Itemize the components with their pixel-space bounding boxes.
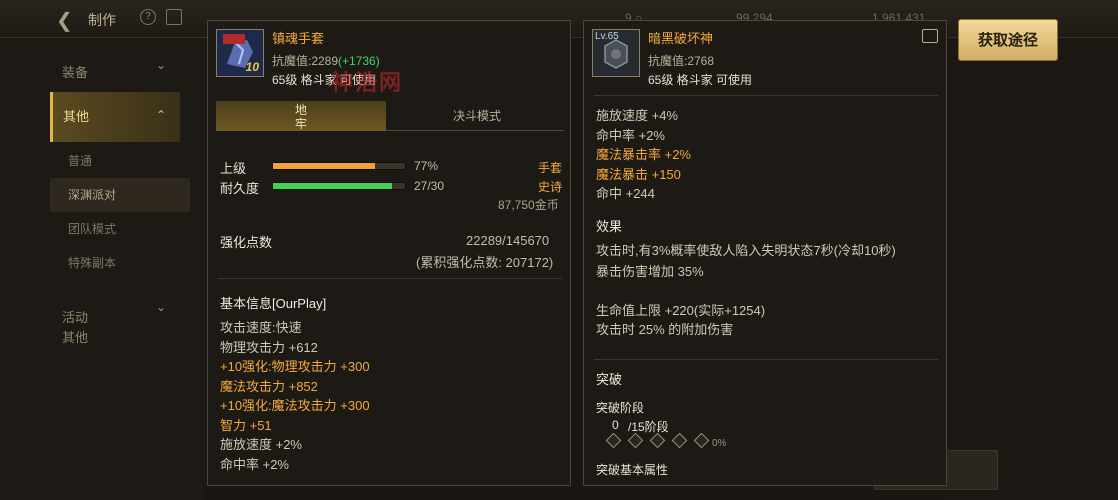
sidebar-sub-abyss[interactable]: 深渊派对 xyxy=(50,178,190,212)
back-arrow-icon[interactable]: ❮ xyxy=(56,8,73,33)
stat-line: 魔法攻击力 +852 xyxy=(220,378,318,394)
mode-tabs: 地 牢 决斗模式 xyxy=(216,101,564,131)
divider xyxy=(594,95,938,96)
grade-percent: 77% xyxy=(414,159,439,173)
breakthrough-base-title: 突破基本属性 xyxy=(596,463,669,477)
divider xyxy=(218,278,562,279)
stat-line: 施放速度 +4% xyxy=(596,108,678,123)
artifact-icon: Lv.65 xyxy=(592,29,640,77)
sidebar-sub-team[interactable]: 团队模式 xyxy=(50,212,190,246)
chevron-down-icon: ⌄ xyxy=(156,300,167,314)
sidebar-item-label: 其他 xyxy=(63,109,90,124)
chevron-up-icon: ⌃ xyxy=(156,108,167,122)
book-icon[interactable] xyxy=(166,9,182,25)
enhance-points-label: 强化点数 xyxy=(220,235,273,250)
sidebar-item-activity[interactable]: 活动 其他 xyxy=(50,288,180,348)
right-background xyxy=(947,38,1118,500)
effect-line: 生命值上限 +220(实际+1254) xyxy=(596,303,766,318)
stat-line: 魔法暴击率 +2% xyxy=(596,147,691,162)
sidebar-item-label: 装备 xyxy=(62,65,89,80)
stat-line: 命中 +244 xyxy=(596,186,655,201)
stat-line: 魔法暴击 +150 xyxy=(596,166,681,182)
breakthrough-percent: 0% xyxy=(712,438,727,449)
enhance-level-badge: 10 xyxy=(245,60,259,74)
grade-label: 上级 xyxy=(220,161,247,176)
item-rarity: 史诗 xyxy=(538,180,563,194)
stat-line: 施放速度 +2% xyxy=(220,437,302,452)
enhance-points-total: (累积强化点数: 207172) xyxy=(416,255,554,270)
stat-line: +10强化:物理攻击力 +300 xyxy=(220,359,370,374)
breakthrough-current: 0 xyxy=(612,418,619,432)
stat-line: +10强化:魔法攻击力 +300 xyxy=(220,398,370,413)
effect-line: 攻击时,有3%概率使敌人陷入失明状态7秒(冷却10秒) xyxy=(596,243,896,258)
stat-line: 命中率 +2% xyxy=(596,127,665,143)
sidebar-sub-normal[interactable]: 普通 xyxy=(50,144,190,178)
page-title: 制作 xyxy=(88,12,116,28)
grade-bar xyxy=(272,162,406,170)
enhance-points-value: 22289/145670 xyxy=(466,233,550,248)
effect-line: 攻击时 25% 的附加伤害 xyxy=(596,322,734,337)
item-tooltip-gloves: 10 镇魂手套 抗魔值:2289(+1736) 65级 格斗家 可使用 神浩网 … xyxy=(207,20,571,486)
tab-duel[interactable]: 决斗模式 xyxy=(392,101,562,131)
get-source-button[interactable]: 获取途径 xyxy=(958,19,1058,61)
share-icon[interactable] xyxy=(922,29,938,43)
item-price: 87,750金币 xyxy=(498,198,559,212)
chevron-down-icon: ⌄ xyxy=(156,58,167,72)
effect-line: 暴击伤害增加 35% xyxy=(596,264,704,279)
item-name: 镇魂手套 xyxy=(272,31,325,46)
sidebar-item-label: 活动 其他 xyxy=(62,310,89,345)
basic-info-title: 基本信息[OurPlay] xyxy=(220,296,327,311)
item-type: 手套 xyxy=(538,161,563,175)
effect-title: 效果 xyxy=(596,219,623,234)
resist-label: 抗魔值:2289 xyxy=(272,54,339,68)
divider xyxy=(594,359,938,360)
durability-label: 耐久度 xyxy=(220,181,260,196)
breakthrough-stage-label: 突破阶段 xyxy=(596,401,645,415)
level-badge: Lv.65 xyxy=(595,31,619,42)
tab-dungeon[interactable]: 地 牢 xyxy=(216,101,386,131)
item-tooltip-diablo: Lv.65 暗黑破坏神 抗魔值:2768 65级 格斗家 可使用 施放速度 +4… xyxy=(583,20,947,486)
stat-line: 智力 +51 xyxy=(220,417,272,433)
stat-line: 命中率 +2% xyxy=(220,456,289,472)
sidebar: 装备 ⌄ 其他 ⌃ 普通 深渊派对 团队模式 特殊副本 活动 其他 ⌄ xyxy=(0,38,205,500)
breakthrough-title: 突破 xyxy=(596,372,623,387)
resist-value: 抗魔值:2768 xyxy=(648,54,715,68)
sidebar-sub-special[interactable]: 特殊副本 xyxy=(50,246,190,280)
durability-bar xyxy=(272,182,406,190)
durability-value: 27/30 xyxy=(414,179,445,193)
item-name: 暗黑破坏神 xyxy=(648,31,714,46)
stat-line: 攻击速度:快速 xyxy=(220,320,302,335)
watermark: 神浩网 xyxy=(331,70,404,95)
level-requirement: 65级 格斗家 可使用 xyxy=(648,73,753,87)
gloves-icon: 10 xyxy=(216,29,264,77)
help-icon[interactable]: ? xyxy=(140,9,156,25)
stat-line: 物理攻击力 +612 xyxy=(220,339,318,355)
